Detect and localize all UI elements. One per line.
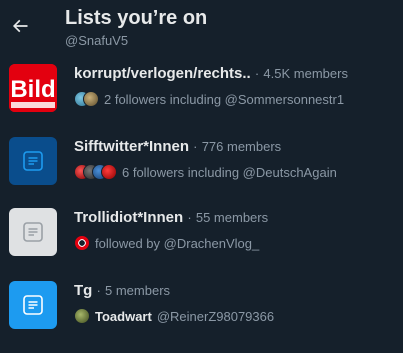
follower-avatars bbox=[74, 91, 99, 107]
separator-dot: · bbox=[254, 66, 260, 81]
list-icon bbox=[23, 151, 43, 171]
list-name: korrupt/verlogen/rechts.. bbox=[74, 65, 251, 82]
avatar bbox=[83, 91, 99, 107]
list-item[interactable]: Sifftwitter*Innen · 776 members 6 follow… bbox=[0, 137, 403, 209]
owner-display-name: Toadwart bbox=[95, 308, 152, 324]
follower-avatars bbox=[74, 235, 90, 251]
separator-dot: · bbox=[187, 210, 192, 225]
list-image-bild-logo: Bild bbox=[9, 64, 57, 112]
avatar bbox=[74, 308, 90, 324]
account-handle: @SnafuV5 bbox=[65, 33, 129, 48]
followers-text: 2 followers including @Sommersonnestr1 bbox=[104, 91, 345, 107]
followers-text: followed by @DrachenVlog_ bbox=[95, 235, 260, 251]
followers-line: followed by @DrachenVlog_ bbox=[74, 233, 259, 253]
owner-avatar-wrap bbox=[74, 308, 90, 324]
separator-dot: · bbox=[193, 139, 198, 154]
list-item[interactable]: Bild korrupt/verlogen/rechts.. · 4.5K me… bbox=[0, 64, 403, 136]
list-item[interactable]: Tg · 5 members Toadwart @ReinerZ98079366 bbox=[0, 281, 403, 353]
page-header: Lists you’re on @SnafuV5 bbox=[0, 0, 403, 56]
follower-avatars bbox=[74, 164, 117, 180]
owner-line: Toadwart @ReinerZ98079366 bbox=[74, 306, 274, 326]
separator-dot: · bbox=[96, 283, 101, 298]
list-item[interactable]: Trollidiot*Innen · 55 members followed b… bbox=[0, 208, 403, 280]
list-name: Sifftwitter*Innen bbox=[74, 138, 189, 155]
list-name: Tg bbox=[74, 282, 93, 299]
arrow-left-icon bbox=[12, 19, 28, 33]
list-name: Trollidiot*Innen bbox=[74, 209, 184, 226]
list-image bbox=[9, 208, 57, 256]
member-count: 5 members bbox=[105, 283, 171, 298]
lists-page: Lists you’re on @SnafuV5 Bild korrupt/ve… bbox=[0, 0, 403, 353]
list-icon bbox=[23, 222, 43, 242]
avatar bbox=[74, 235, 90, 251]
bild-logo-text: Bild bbox=[10, 76, 55, 103]
member-count: 55 members bbox=[195, 210, 269, 225]
list-icon bbox=[23, 295, 43, 315]
followers-line: 6 followers including @DeutschAgain bbox=[74, 162, 337, 182]
member-count: 4.5K members bbox=[263, 66, 348, 81]
page-title: Lists you’re on bbox=[65, 7, 208, 29]
list-image bbox=[9, 281, 57, 329]
list-image bbox=[9, 137, 57, 185]
followers-line: 2 followers including @Sommersonnestr1 bbox=[74, 89, 344, 109]
followers-text: 6 followers including @DeutschAgain bbox=[122, 164, 337, 180]
member-count: 776 members bbox=[201, 139, 282, 154]
avatar bbox=[101, 164, 117, 180]
owner-handle: @ReinerZ98079366 bbox=[156, 308, 275, 324]
back-button[interactable] bbox=[4, 10, 36, 42]
